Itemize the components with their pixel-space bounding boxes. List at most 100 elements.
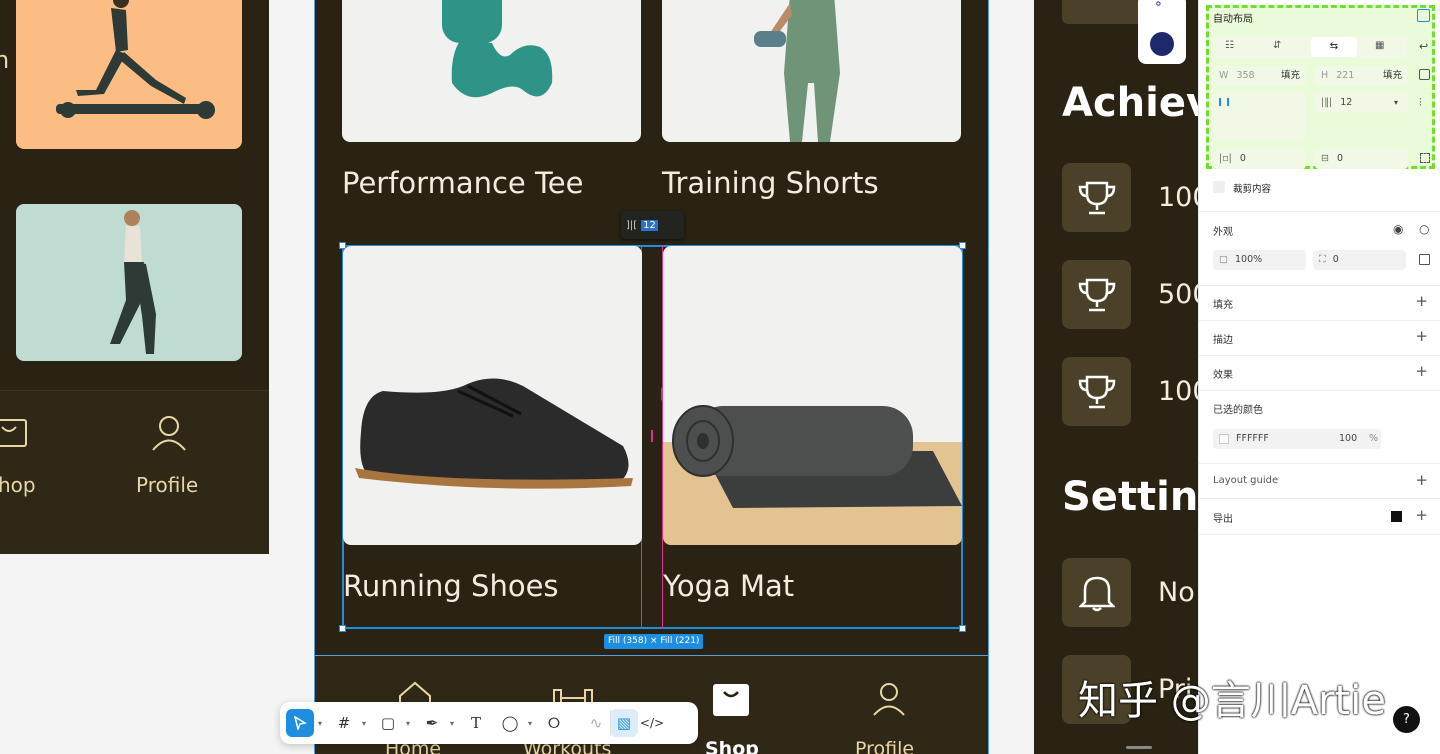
help-label: ? (1403, 712, 1410, 727)
shop-bag-icon[interactable] (0, 417, 28, 447)
gap-tooltip: ]|[ 12 (621, 211, 684, 239)
padding-horizontal-field[interactable]: |▫| 0 (1213, 149, 1306, 169)
achievement-3-text: 100 (1158, 376, 1198, 407)
layout-settings-icon[interactable]: ⫶ (1419, 96, 1422, 110)
gap-field[interactable]: |‖| 12 ▾ (1315, 93, 1408, 113)
bell-icon-box (1062, 558, 1131, 627)
text-tool-button[interactable]: T (462, 709, 490, 737)
add-fill-icon[interactable]: + (1415, 292, 1428, 310)
layout-horizontal-icon-active[interactable]: ⇆ (1311, 37, 1357, 57)
text-t-icon: T (470, 714, 481, 732)
padding-h-icon: |▫| (1219, 153, 1232, 164)
alignment-grid[interactable] (1213, 92, 1306, 140)
auto-layout-section (1206, 5, 1435, 169)
right-phone-frame: ∘ Achieve 100 500 100 Setting No Pri (1034, 0, 1198, 754)
color-row[interactable]: FFFFFF 100 % (1213, 429, 1381, 449)
color-swatch[interactable] (1219, 433, 1229, 444)
product-title-yoga-mat: Yoga Mat (663, 569, 795, 603)
nav-profile-label[interactable]: Profile (855, 738, 914, 754)
draw-mode-button[interactable]: ∿ (582, 709, 610, 737)
trophy-icon-box-3 (1062, 357, 1131, 426)
move-tool-button[interactable] (286, 709, 314, 737)
stroke-heading: 描边 (1213, 335, 1233, 346)
performance-tee-image[interactable] (342, 0, 641, 142)
opacity-field[interactable]: ▢ 100% (1213, 250, 1306, 270)
auto-layout-toggle-icon[interactable] (1417, 9, 1430, 22)
resources-button[interactable]: ⭘ (540, 709, 568, 737)
height-label: H (1321, 70, 1329, 81)
product-title-running-shoes: Running Shoes (343, 569, 559, 603)
frame-tool-button[interactable]: # (330, 709, 358, 737)
independent-corners-icon[interactable] (1419, 254, 1430, 265)
resize-handle-br[interactable] (959, 625, 966, 632)
gap-dropdown-icon[interactable]: ▾ (1394, 93, 1398, 113)
width-field[interactable]: W 358 填充 (1213, 66, 1306, 86)
center-phone-frame: Performance Tee Training Shorts ]|[ 12 1… (314, 0, 989, 754)
code-brackets-icon: </> (639, 716, 665, 730)
dev-mode-button[interactable]: </> (638, 709, 666, 737)
shop-bag-icon-active[interactable] (713, 684, 749, 716)
components-icon: ⭘ (547, 714, 560, 732)
color-opacity-value[interactable]: 100 (1339, 429, 1357, 449)
layout-wrap-icon[interactable]: ☷ (1225, 40, 1234, 51)
padding-vertical-field[interactable]: ⊟ 0 (1315, 149, 1408, 169)
gap-handle[interactable] (651, 430, 653, 442)
height-mode[interactable]: 填充 (1383, 66, 1402, 86)
move-tool-dropdown-icon[interactable]: ▾ (314, 719, 326, 728)
width-value: 358 (1236, 70, 1255, 81)
training-shorts-image[interactable] (662, 0, 961, 142)
comment-tool-button[interactable]: ◯ (496, 709, 524, 737)
width-mode[interactable]: 填充 (1281, 66, 1300, 86)
layout-grid-icon[interactable]: ▦ (1375, 40, 1384, 51)
export-preview-icon[interactable] (1391, 511, 1402, 522)
effect-heading: 效果 (1213, 370, 1233, 381)
blend-mode-drop-icon[interactable]: ○ (1419, 222, 1429, 236)
add-layout-guide-icon[interactable]: + (1415, 471, 1428, 489)
plugin-icon-strip: ∘ (1138, 0, 1186, 64)
pen-tool-button[interactable]: ✒ (418, 709, 446, 737)
visibility-eye-icon[interactable]: ◉ (1393, 222, 1403, 236)
profile-icon[interactable] (871, 682, 907, 716)
opacity-icon: ▢ (1219, 254, 1228, 265)
nav-shop-label[interactable]: Shop (705, 738, 759, 754)
clip-content-checkbox[interactable] (1213, 181, 1225, 193)
plugin-logo-icon[interactable] (1150, 32, 1174, 56)
design-mode-button[interactable]: ▧ (610, 709, 638, 737)
width-label: W (1219, 70, 1229, 81)
corner-radius-icon: ⛶ (1319, 254, 1326, 265)
speech-bubble-icon: ◯ (501, 714, 519, 732)
rectangle-tool-dropdown-icon[interactable]: ▾ (402, 719, 414, 728)
left-nav-shop-label[interactable]: hop (0, 473, 36, 497)
running-shoes-image[interactable] (343, 246, 642, 545)
corner-radius-field[interactable]: ⛶ 0 (1313, 250, 1406, 270)
individual-padding-icon[interactable] (1420, 153, 1430, 163)
yoga-mat-image[interactable] (663, 246, 962, 545)
add-effect-icon[interactable]: + (1415, 362, 1428, 380)
auto-layout-title: 自动布局 (1213, 14, 1253, 25)
gap-tooltip-value[interactable]: 12 (641, 219, 658, 231)
pen-icon[interactable]: ∘ (1154, 0, 1163, 12)
clip-content-label: 裁剪内容 (1233, 184, 1272, 195)
trophy-icon-box-2 (1062, 260, 1131, 329)
add-stroke-icon[interactable]: + (1415, 327, 1428, 345)
pen-tool-dropdown-icon[interactable]: ▾ (446, 719, 458, 728)
left-nav-profile-label[interactable]: Profile (136, 473, 198, 497)
color-hex-value[interactable]: FFFFFF (1236, 433, 1269, 444)
trophy-icon-box-1 (1062, 163, 1131, 232)
resize-handle-bl[interactable] (339, 625, 346, 632)
profile-icon[interactable] (150, 415, 188, 451)
comment-tool-dropdown-icon[interactable]: ▾ (524, 719, 536, 728)
size-badge: Fill (358) × Fill (221) (604, 634, 704, 649)
wrap-arrow-icon[interactable]: ↩ (1419, 40, 1428, 53)
trophy-icon (1078, 278, 1115, 311)
layout-vertical-icon[interactable]: ⇵ (1273, 40, 1281, 51)
rectangle-tool-button[interactable]: ▢ (374, 709, 402, 737)
frame-tool-dropdown-icon[interactable]: ▾ (358, 719, 370, 728)
height-field[interactable]: H 221 填充 (1315, 66, 1408, 86)
achievement-1-text: 100 (1158, 182, 1198, 213)
gap-icon: |‖| (1321, 97, 1333, 108)
color-percent-sign: % (1369, 433, 1379, 444)
help-button[interactable]: ? (1393, 706, 1420, 733)
resize-to-fit-icon[interactable] (1419, 69, 1430, 80)
add-export-icon[interactable]: + (1415, 506, 1428, 524)
